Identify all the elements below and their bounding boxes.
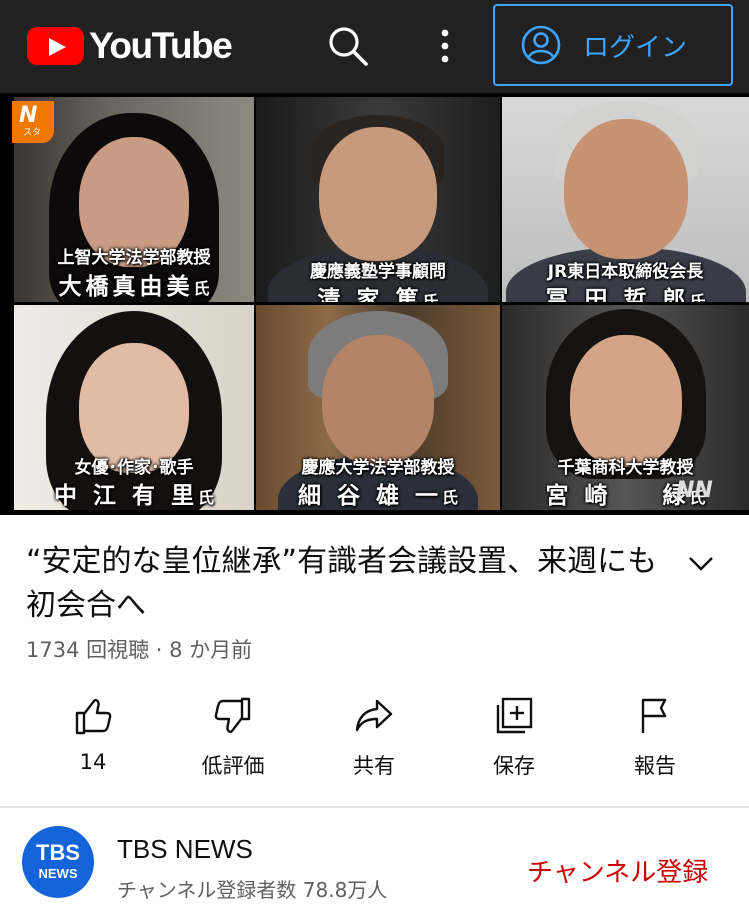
save-icon: [496, 697, 533, 734]
person-suffix: 氏: [442, 488, 459, 507]
person-title: 慶應義塾学事顧問: [310, 262, 446, 282]
video-meta: 1734 回視聴 · 8 か月前: [26, 638, 253, 662]
share-button[interactable]: 共有: [314, 690, 434, 780]
top-app-bar: YouTube ログイン: [0, 0, 749, 93]
channel-name[interactable]: TBS NEWS: [117, 834, 253, 865]
dislike-button[interactable]: 低評価: [173, 690, 293, 780]
like-button[interactable]: 14: [33, 690, 153, 774]
more-vertical-icon: [441, 29, 449, 63]
n-star-logo-sub: スタ: [23, 128, 42, 138]
channel-avatar[interactable]: TBS NEWS: [22, 826, 94, 898]
logo-text: YouTube: [89, 25, 233, 66]
person-name: 大橋真由美: [58, 274, 194, 300]
avatar-text-top: TBS: [36, 840, 80, 865]
person-name: 清 家 篤: [317, 287, 423, 302]
save-button[interactable]: 保存: [454, 690, 574, 780]
youtube-logo[interactable]: YouTube: [27, 25, 233, 66]
expand-description-button[interactable]: [686, 548, 716, 578]
report-label: 報告: [634, 754, 676, 778]
person-title: 上智大学法学部教授: [57, 248, 211, 268]
person-suffix: 氏: [193, 279, 210, 298]
subscriber-count: チャンネル登録者数 78.8万人: [117, 878, 388, 902]
more-options-button[interactable]: [428, 24, 462, 68]
like-count: 14: [79, 750, 107, 774]
person-title: 慶應大学法学部教授: [301, 458, 455, 478]
person-name: 冨 田 哲 郎: [545, 287, 690, 302]
avatar-text-bottom: NEWS: [38, 866, 78, 881]
share-icon: [355, 699, 393, 732]
person-name: 細 谷 雄 一: [297, 483, 442, 509]
login-label: ログイン: [583, 32, 688, 63]
person-suffix: 氏: [689, 292, 706, 302]
person-suffix: 氏: [198, 488, 215, 507]
search-button[interactable]: [326, 24, 370, 68]
jnn-watermark: NN: [676, 478, 713, 503]
person-name: 宮 崎 緑: [545, 483, 690, 509]
person-title: 女優･作家･歌手: [74, 458, 194, 478]
n-star-logo: N スタ: [12, 101, 54, 143]
channel-row: TBS NEWS TBS NEWS チャンネル登録者数 78.8万人 チャンネル…: [0, 808, 749, 916]
search-icon: [329, 27, 368, 66]
person-title: JR東日本取締役会長: [547, 262, 704, 282]
video-player[interactable]: 上智大学法学部教授 大橋真由美氏 慶應義塾学事顧問 清 家 篤氏 JR東日本取締…: [0, 93, 749, 515]
report-button[interactable]: 報告: [595, 690, 715, 780]
thumbs-down-icon: [214, 697, 251, 733]
subscribe-button[interactable]: チャンネル登録: [527, 852, 708, 889]
action-bar: 14 低評価 共有 保存 報告: [0, 690, 749, 790]
thumbnail-panel: 慶應義塾学事顧問 清 家 篤氏: [256, 97, 500, 302]
video-title[interactable]: “安定的な皇位継承”有識者会議設置、来週にも初会合へ: [26, 540, 666, 628]
thumbs-up-icon: [75, 699, 112, 735]
person-suffix: 氏: [422, 292, 439, 302]
thumbnail-panel: JR東日本取締役会長 冨 田 哲 郎氏: [502, 97, 749, 302]
thumbnail-panel: 女優･作家･歌手 中 江 有 里氏: [14, 305, 254, 510]
person-name: 中 江 有 里: [53, 483, 198, 509]
save-label: 保存: [493, 754, 535, 778]
account-icon: [521, 25, 561, 65]
share-label: 共有: [353, 754, 395, 778]
flag-icon: [641, 698, 667, 733]
dislike-label: 低評価: [201, 754, 265, 778]
login-button[interactable]: ログイン: [493, 4, 733, 86]
chevron-down-icon: [689, 557, 713, 571]
person-title: 千葉商科大学教授: [557, 458, 694, 478]
youtube-play-icon: [27, 27, 84, 65]
thumbnail-panel: 慶應大学法学部教授 細 谷 雄 一氏: [256, 305, 500, 510]
